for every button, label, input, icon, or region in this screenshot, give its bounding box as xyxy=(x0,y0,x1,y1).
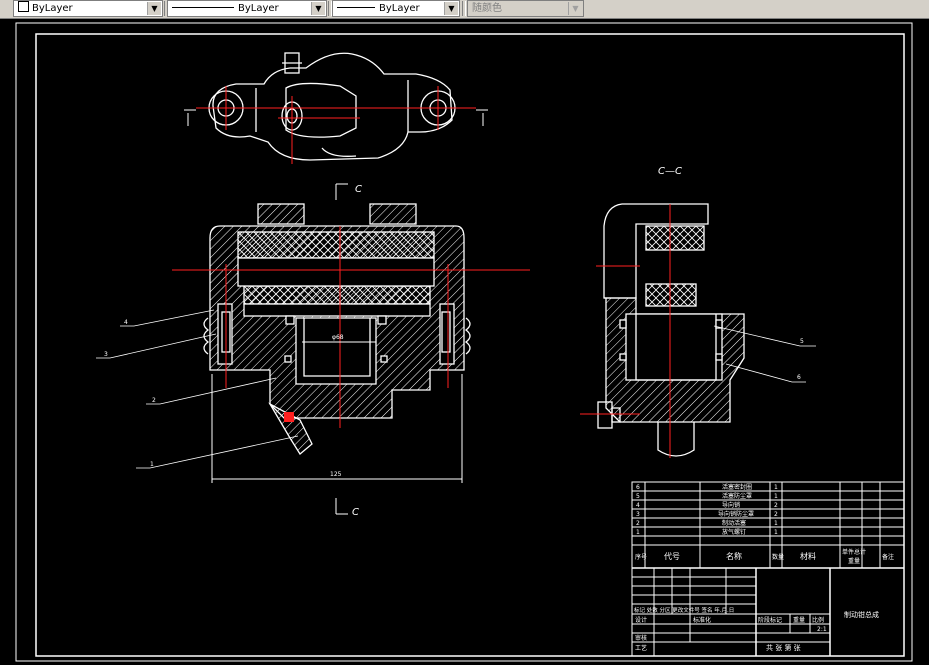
drawing-title: 制动钳总成 xyxy=(844,610,879,619)
color-combo[interactable]: ByLayer ▼ xyxy=(13,0,163,17)
leader-number-4: 4 xyxy=(124,319,128,326)
revision-row: 标记 处数 分区 更改文件号 签名 年.月.日 xyxy=(634,606,734,614)
scale-value: 2:1 xyxy=(817,626,827,633)
toolbar-separator xyxy=(462,1,466,16)
chevron-down-icon[interactable]: ▼ xyxy=(311,2,325,15)
part-row-no: 6 xyxy=(636,484,640,491)
header-weight: 重量 xyxy=(848,557,860,565)
drawing-canvas[interactable]: 125 φ68 C C 4 3 2 1 C—C 5 6 6 活塞密封圈 1 5 … xyxy=(0,18,929,665)
linetype-combo-value: ByLayer xyxy=(238,3,279,14)
standardization-label: 标准化 xyxy=(693,616,711,624)
bore-diameter-label: φ68 xyxy=(332,334,344,341)
part-row-no: 4 xyxy=(636,502,640,509)
section-mark-top: C xyxy=(355,184,362,195)
leader-number-1: 1 xyxy=(150,461,154,468)
part-row-qty: 1 xyxy=(774,529,778,536)
scale-label: 比例 xyxy=(812,616,824,624)
part-row-name: 导向销防尘罩 xyxy=(718,510,754,518)
leader-number-3: 3 xyxy=(104,351,108,358)
title-block xyxy=(631,481,905,657)
section-cc-view xyxy=(597,203,745,457)
header-material: 材料 xyxy=(800,551,816,561)
header-remark: 备注 xyxy=(882,553,894,561)
process-label: 工艺 xyxy=(635,644,647,652)
part-row-no: 3 xyxy=(636,511,640,518)
design-label: 设计 xyxy=(635,616,647,624)
chevron-down-icon: ▼ xyxy=(568,2,582,15)
chevron-down-icon[interactable]: ▼ xyxy=(147,2,161,15)
color-swatch-icon xyxy=(18,1,29,12)
part-row-no: 1 xyxy=(636,529,640,536)
part-row-qty: 1 xyxy=(774,493,778,500)
part-row-no: 5 xyxy=(636,493,640,500)
linetype-sample-icon xyxy=(172,7,234,8)
lineweight-sample-icon xyxy=(337,7,375,8)
part-row-name: 活塞防尘罩 xyxy=(722,492,752,500)
linetype-combo[interactable]: ByLayer ▼ xyxy=(167,0,327,17)
sheet-info: 共 张 第 张 xyxy=(766,643,801,652)
part-row-name: 放气螺钉 xyxy=(722,528,746,536)
lineweight-combo-value: ByLayer xyxy=(379,3,420,14)
dimension-label: 125 xyxy=(330,471,342,478)
front-section-view xyxy=(203,203,471,455)
part-row-name: 导向销 xyxy=(722,501,740,509)
chevron-down-icon[interactable]: ▼ xyxy=(444,2,458,15)
part-row-name: 制动活塞 xyxy=(722,519,746,527)
review-label: 审核 xyxy=(635,634,647,642)
properties-toolbar: ByLayer ▼ ByLayer ▼ ByLayer ▼ 随颜色 ▼ xyxy=(0,0,929,19)
section-view-title: C—C xyxy=(658,166,682,177)
section-mark-bottom: C xyxy=(352,507,359,518)
header-unit-weight: 单件总计 xyxy=(842,548,866,556)
leader-number-6: 6 xyxy=(797,374,801,381)
header-qty: 数量 xyxy=(772,553,784,561)
header-code: 代号 xyxy=(664,551,680,561)
weight-label: 重量 xyxy=(793,616,805,624)
stage-mark-label: 阶段标记 xyxy=(758,616,782,624)
header-seq: 序号 xyxy=(635,553,647,561)
plotstyle-combo[interactable]: 随颜色 ▼ xyxy=(467,0,584,17)
part-row-qty: 2 xyxy=(774,511,778,518)
part-row-qty: 2 xyxy=(774,502,778,509)
lineweight-combo[interactable]: ByLayer ▼ xyxy=(332,0,460,17)
part-row-no: 2 xyxy=(636,520,640,527)
top-view xyxy=(184,52,488,161)
leader-number-2: 2 xyxy=(152,397,156,404)
part-row-qty: 1 xyxy=(774,484,778,491)
part-row-qty: 1 xyxy=(774,520,778,527)
header-name: 名称 xyxy=(726,551,742,561)
leader-number-5: 5 xyxy=(800,338,804,345)
plotstyle-combo-value: 随颜色 xyxy=(472,3,502,14)
part-row-name: 活塞密封圈 xyxy=(722,483,752,491)
color-combo-value: ByLayer xyxy=(32,3,73,14)
